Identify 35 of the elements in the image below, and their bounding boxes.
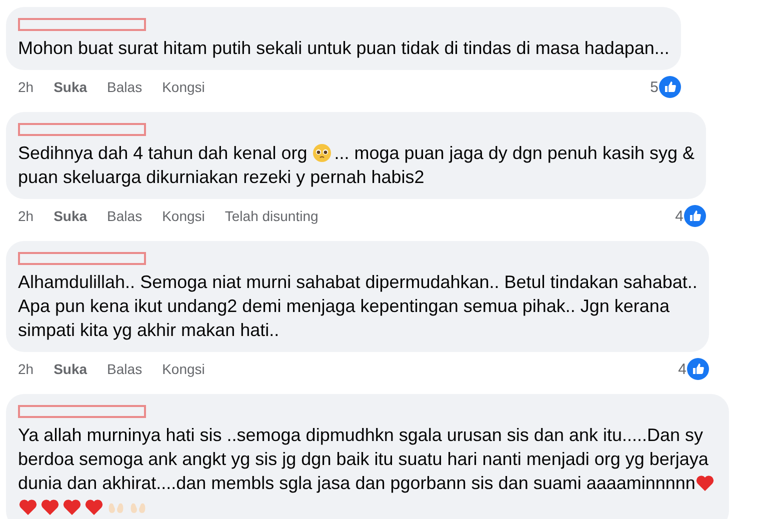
comment-time: 2h [18,361,34,377]
heart-icon [62,497,82,517]
action-link[interactable]: Balas [107,208,142,224]
comment-text: Alhamdulillah.. Semoga niat murni sahabat dipermudahkan.. Betul tindakan sahabat.. [18,272,698,292]
action-link[interactable]: Suka [54,361,88,377]
action-link[interactable]: Suka [54,79,88,95]
comment-text: dunia dan akhirat....dan membls sgla jasa dan pgorbann sis dan suami aaaaminnnnn [18,472,696,494]
comment-text: Sedihnya dah 4 tahun dah kenal org [18,142,308,164]
pleading-face-icon [312,143,332,163]
comment-text: ... moga puan jaga dy dgn penuh kasih syg & [334,142,694,164]
comment-text: berdoa semoga ank angkt yg sis jg dgn baik itu suatu hari nanti menjadi org yg berjaya [18,448,708,470]
action-link[interactable]: Kongsi [162,361,205,377]
heart-icon [84,497,104,517]
like-icon [659,76,682,98]
heart-icon [695,473,716,493]
comment-time: 2h [18,79,34,95]
action-link[interactable]: Balas [107,79,142,95]
action-link[interactable]: Suka [54,208,88,224]
comment-text: Ya allah murninya hati sis ..semoga dipmudhkn sgala urusan sis dan ank itu.....Dan sy [18,424,704,446]
comment-text: Apa pun kena ikut undang2 demi menjaga kepentingan semua pihak.. Jgn kerana [18,296,670,316]
like-icon [684,205,706,227]
action-link[interactable]: Kongsi [162,208,205,224]
comment-text: puan skeluarga dikurniakan rezeki y pernah habis2 [18,166,424,188]
comment-text: Mohon buat surat hitam putih sekali untuk puan tidak di tindas di masa hadapan... [18,38,670,58]
comment-time: 2h [18,208,34,224]
comment-text: simpati kita yg akhir makan hati.. [18,320,280,340]
reaction-count: 5 [650,78,658,96]
like-icon [687,358,710,380]
edited-label: Telah disunting [224,208,318,224]
action-link[interactable]: Kongsi [162,79,205,95]
reaction-count: 4 [675,208,684,224]
reaction-count: 4 [678,360,686,378]
heart-icon [18,497,38,517]
heart-icon [40,497,60,517]
action-link[interactable]: Balas [107,361,142,377]
